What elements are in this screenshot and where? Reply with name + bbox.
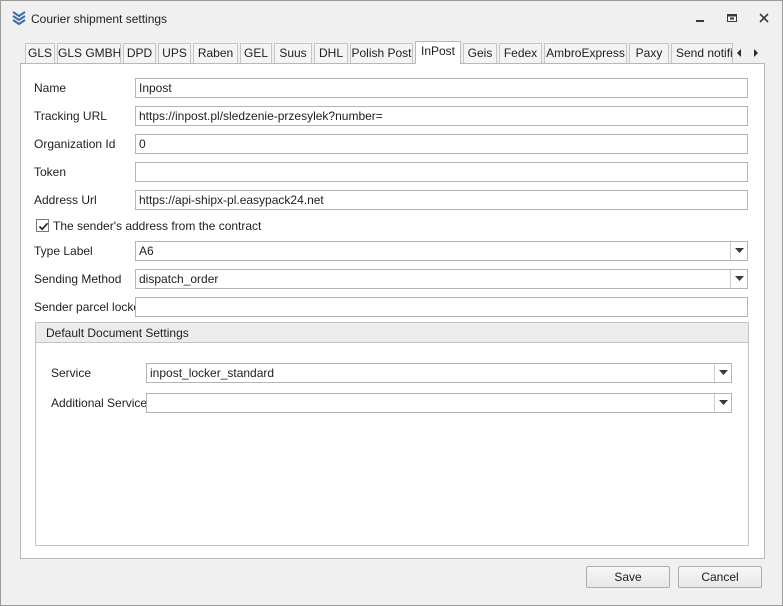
tab-gel[interactable]: GEL xyxy=(240,43,272,64)
sender-contract-checkbox[interactable] xyxy=(36,219,49,232)
group-header: Default Document Settings xyxy=(36,323,748,343)
sending-method-value: dispatch_order xyxy=(139,272,219,286)
sender-parcel-locker-input[interactable] xyxy=(135,297,748,317)
name-label: Name xyxy=(34,81,67,95)
tab-ambroexpress[interactable]: AmbroExpress xyxy=(544,43,627,64)
additional-services-select[interactable] xyxy=(146,393,732,413)
tab-geis[interactable]: Geis xyxy=(463,43,497,64)
courier-settings-window: Courier shipment settings GLS GLS GMBH D… xyxy=(0,0,783,606)
inpost-settings-panel: Name Tracking URL Organization Id Token … xyxy=(20,63,765,559)
type-label-select[interactable]: A6 xyxy=(135,241,748,261)
tab-scroll-right-icon[interactable] xyxy=(751,47,761,57)
minimize-icon[interactable] xyxy=(693,11,707,25)
sender-parcel-locker-label: Sender parcel locker xyxy=(34,300,145,314)
chevron-down-icon xyxy=(735,276,744,281)
name-input[interactable] xyxy=(135,78,748,98)
tab-ups[interactable]: UPS xyxy=(158,43,191,64)
type-label-dropdown-button[interactable] xyxy=(730,242,747,260)
app-logo-icon xyxy=(11,10,27,26)
token-label: Token xyxy=(34,165,67,179)
tab-scroll-left-icon[interactable] xyxy=(734,47,744,57)
tab-polish-post[interactable]: Polish Post xyxy=(350,43,413,64)
sending-method-select[interactable]: dispatch_order xyxy=(135,269,748,289)
organization-id-label: Organization Id xyxy=(34,137,116,151)
tab-suus[interactable]: Suus xyxy=(274,43,312,64)
tab-raben[interactable]: Raben xyxy=(193,43,238,64)
token-input[interactable] xyxy=(135,162,748,182)
tab-dhl[interactable]: DHL xyxy=(314,43,348,64)
sender-contract-label[interactable]: The sender's address from the contract xyxy=(53,219,261,233)
cancel-button[interactable]: Cancel xyxy=(678,566,762,588)
additional-services-dropdown-button[interactable] xyxy=(714,394,731,412)
default-document-settings-group: Default Document Settings Service inpost… xyxy=(35,322,749,546)
restore-icon[interactable] xyxy=(725,11,739,25)
tab-gls-gmbh[interactable]: GLS GMBH xyxy=(57,43,121,64)
group-title: Default Document Settings xyxy=(46,326,189,340)
tab-dpd[interactable]: DPD xyxy=(123,43,156,64)
address-url-input[interactable] xyxy=(135,190,748,210)
service-label: Service xyxy=(51,366,92,380)
sending-method-label: Sending Method xyxy=(34,272,122,286)
close-icon[interactable] xyxy=(757,11,771,25)
service-dropdown-button[interactable] xyxy=(714,364,731,382)
title-bar[interactable]: Courier shipment settings xyxy=(1,1,782,35)
type-label-label: Type Label xyxy=(34,244,93,258)
sending-method-dropdown-button[interactable] xyxy=(730,270,747,288)
chevron-down-icon xyxy=(719,370,728,375)
tab-gls[interactable]: GLS xyxy=(25,43,55,64)
organization-id-input[interactable] xyxy=(135,134,748,154)
tab-paxy[interactable]: Paxy xyxy=(629,43,669,64)
tracking-url-label: Tracking URL xyxy=(34,109,107,123)
tab-fedex[interactable]: Fedex xyxy=(499,43,542,64)
carrier-tabstrip: GLS GLS GMBH DPD UPS Raben GEL Suus DHL … xyxy=(25,41,765,64)
tab-inpost[interactable]: InPost xyxy=(415,41,461,64)
tracking-url-input[interactable] xyxy=(135,106,748,126)
chevron-down-icon xyxy=(735,248,744,253)
service-select[interactable]: inpost_locker_standard xyxy=(146,363,732,383)
save-button[interactable]: Save xyxy=(586,566,670,588)
window-title: Courier shipment settings xyxy=(31,12,168,26)
additional-services-label: Additional Services xyxy=(51,396,154,410)
tab-send-notifications[interactable]: Send notifi xyxy=(671,43,733,64)
type-label-value: A6 xyxy=(139,244,154,258)
address-url-label: Address Url xyxy=(34,193,97,207)
chevron-down-icon xyxy=(719,400,728,405)
service-value: inpost_locker_standard xyxy=(150,366,275,380)
